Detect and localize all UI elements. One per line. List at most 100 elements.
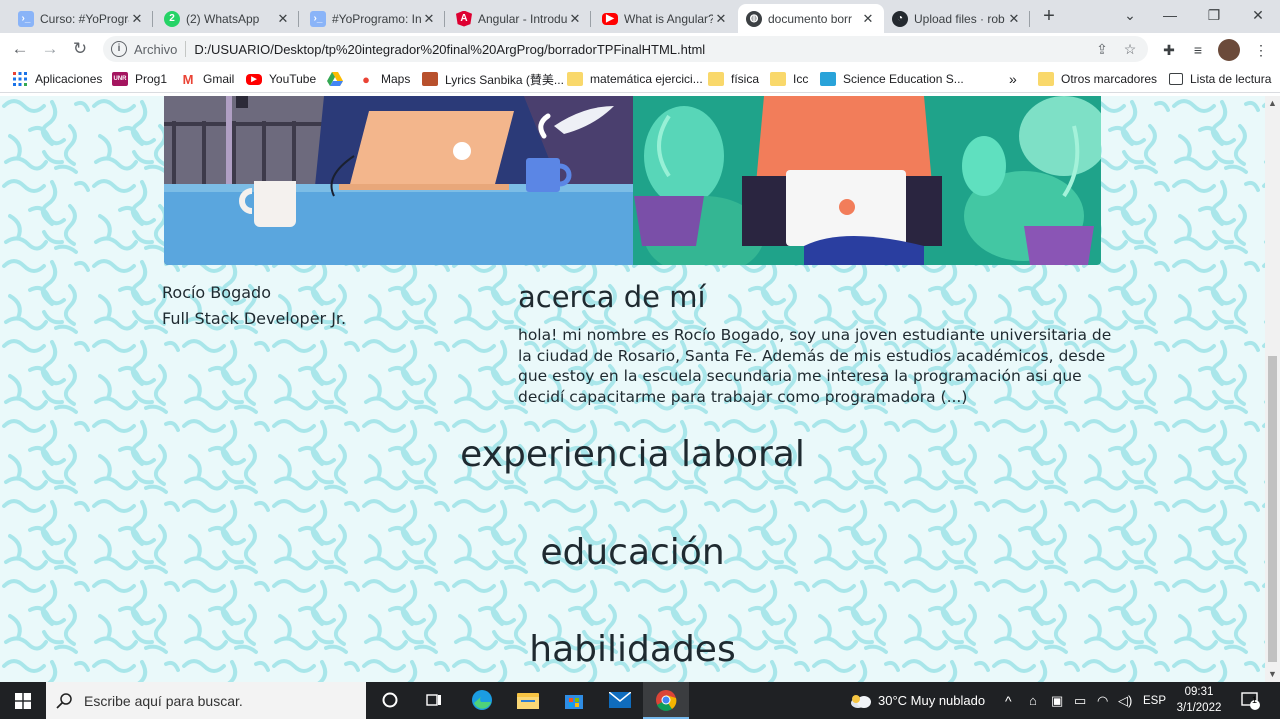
back-button[interactable]: ← xyxy=(8,37,32,61)
close-icon[interactable]: ✕ xyxy=(275,11,291,27)
about-paragraph: hola! mi nombre es Rocío Bogado, soy una… xyxy=(518,326,1112,406)
folder-icon xyxy=(708,72,724,86)
bookmark-youtube[interactable]: ▶ YouTube xyxy=(246,70,316,88)
file-explorer-icon[interactable] xyxy=(515,687,541,713)
menu-kebab-icon[interactable]: ⋮ xyxy=(1250,39,1272,61)
bookmarks-bar: Aplicaciones UNR Prog1 M Gmail ▶ YouTube… xyxy=(0,65,1280,93)
close-icon[interactable]: ✕ xyxy=(1006,11,1022,27)
tab-documento-borrador[interactable]: ◍ documento borr ✕ xyxy=(738,4,884,33)
microsoft-store-icon[interactable] xyxy=(561,687,587,713)
apps-grid-icon xyxy=(12,72,28,86)
bookmark-fisica[interactable]: física xyxy=(708,70,759,88)
bookmark-maps[interactable]: ● Maps xyxy=(358,70,410,88)
bookmark-aplicaciones[interactable]: Aplicaciones xyxy=(12,70,102,88)
scroll-down-arrow-icon[interactable]: ▼ xyxy=(1265,667,1280,682)
clock-date: 3/1/2022 xyxy=(1176,702,1222,714)
reload-button[interactable]: ↻ xyxy=(68,37,92,61)
tab-angular[interactable]: A Angular - Introdu ✕ xyxy=(448,4,591,33)
reading-list-icon xyxy=(1169,73,1183,85)
science-icon xyxy=(820,72,836,86)
notifications-button[interactable]: 1 xyxy=(1241,682,1261,719)
forward-button[interactable]: → xyxy=(38,37,62,61)
page-viewport: Rocío Bogado Full Stack Developer Jr. ac… xyxy=(0,96,1265,682)
scroll-up-arrow-icon[interactable]: ▲ xyxy=(1265,96,1280,111)
browser-toolbar: ← → ↻ i Archivo D:/USUARIO/Desktop/tp%20… xyxy=(0,33,1280,65)
windows-logo-icon xyxy=(15,692,31,709)
bookmark-icc[interactable]: Icc xyxy=(770,70,808,88)
bookmark-matematica[interactable]: matemática ejercici... xyxy=(567,70,703,88)
youtube-icon: ▶ xyxy=(246,73,262,85)
bookmark-gmail[interactable]: M Gmail xyxy=(180,70,235,88)
language-indicator[interactable]: ESP xyxy=(1143,682,1166,719)
clock-time: 09:31 xyxy=(1184,686,1214,698)
lyrics-icon xyxy=(422,72,438,86)
section-experiencia-heading: experiencia laboral xyxy=(460,434,805,475)
tab-what-is-angular[interactable]: ▶ What is Angular? ✕ xyxy=(594,4,737,33)
gmail-icon: M xyxy=(182,71,194,87)
bookmark-science-education[interactable]: Science Education S... xyxy=(820,70,964,88)
tab-upload-files[interactable]: ◔ Upload files · rob ✕ xyxy=(884,4,1030,33)
bookmarks-overflow-button[interactable]: » xyxy=(1009,70,1017,88)
chrome-icon xyxy=(656,690,677,711)
bookmark-otros-marcadores[interactable]: Otros marcadores xyxy=(1038,70,1157,88)
search-placeholder: Escribe aquí para buscar. xyxy=(84,692,243,709)
task-view-icon[interactable] xyxy=(421,687,447,713)
cloud-icon xyxy=(851,694,871,708)
tab-curso[interactable]: ›_ Curso: #YoProgramo ✕ xyxy=(10,4,153,33)
tab-search-chevron-icon[interactable]: ⌄ xyxy=(1108,0,1152,30)
bookmark-prog1[interactable]: UNR Prog1 xyxy=(112,70,167,88)
header-banner-illustration xyxy=(164,96,1101,265)
chrome-taskbar-button[interactable] xyxy=(643,682,689,719)
bookmark-drive[interactable] xyxy=(327,70,350,88)
terminal-icon: ›_ xyxy=(310,10,326,27)
close-icon[interactable]: ✕ xyxy=(129,11,145,27)
volume-icon[interactable]: ◁) xyxy=(1118,682,1132,719)
battery-icon[interactable]: ▭ xyxy=(1074,682,1086,719)
close-icon[interactable]: ✕ xyxy=(421,11,437,27)
meet-now-icon[interactable]: ⌂ xyxy=(1029,682,1037,719)
restore-button[interactable]: ❐ xyxy=(1192,0,1236,30)
close-icon[interactable]: ✕ xyxy=(567,11,583,27)
security-chip[interactable]: Archivo xyxy=(134,42,177,57)
edge-icon[interactable] xyxy=(469,687,495,713)
start-button[interactable] xyxy=(0,682,46,719)
url-text[interactable]: D:/USUARIO/Desktop/tp%20integrador%20fin… xyxy=(194,42,1092,57)
cortana-icon[interactable] xyxy=(377,687,403,713)
address-bar[interactable]: i Archivo D:/USUARIO/Desktop/tp%20integr… xyxy=(103,36,1148,62)
info-icon[interactable]: i xyxy=(111,41,127,57)
page-scrollbar[interactable]: ▲ ▼ xyxy=(1265,96,1280,682)
media-queue-icon[interactable]: ≡ xyxy=(1187,39,1209,61)
globe-icon: ◍ xyxy=(746,10,762,27)
tray-overflow-chevron-icon[interactable]: ^ xyxy=(1005,682,1012,719)
new-tab-button[interactable]: + xyxy=(1038,6,1060,28)
mail-icon[interactable] xyxy=(607,687,633,713)
extensions-puzzle-icon[interactable]: ✚ xyxy=(1158,39,1180,61)
drive-icon xyxy=(327,72,343,86)
tab-whatsapp[interactable]: 2 (2) WhatsApp ✕ xyxy=(156,4,299,33)
bookmark-lyrics-sanbika[interactable]: Lyrics Sanbika (賛美... xyxy=(422,70,564,88)
close-icon[interactable]: ✕ xyxy=(860,11,876,27)
tab-yoprogramo[interactable]: ›_ #YoProgramo: Int ✕ xyxy=(302,4,445,33)
whatsapp-icon: 2 xyxy=(164,10,180,27)
wifi-icon[interactable]: ◠ xyxy=(1097,682,1108,719)
bookmark-star-icon[interactable]: ☆ xyxy=(1120,41,1140,58)
clock[interactable]: 09:31 3/1/2022 xyxy=(1166,684,1232,716)
scrollbar-thumb[interactable] xyxy=(1268,356,1277,662)
weather-text: 30°C Muy nublado xyxy=(878,693,986,708)
tray-app-icon[interactable]: ▣ xyxy=(1051,682,1063,719)
notification-count: 1 xyxy=(1252,695,1258,705)
omnibox-divider xyxy=(185,41,187,57)
share-icon[interactable]: ⇪ xyxy=(1092,41,1112,58)
close-icon[interactable]: ✕ xyxy=(713,11,729,27)
notification-icon xyxy=(1241,691,1260,710)
search-icon xyxy=(56,692,72,709)
taskbar-search-box[interactable]: Escribe aquí para buscar. xyxy=(46,682,366,719)
github-icon: ◔ xyxy=(892,10,908,27)
weather-widget[interactable]: 30°C Muy nublado xyxy=(850,682,985,719)
profile-name: Rocío Bogado xyxy=(162,283,271,302)
minimize-button[interactable]: — xyxy=(1148,0,1192,30)
close-window-button[interactable]: ✕ xyxy=(1236,0,1280,30)
reading-list-button[interactable]: Lista de lectura xyxy=(1169,70,1271,88)
profile-avatar[interactable] xyxy=(1218,39,1240,61)
tab-strip: ›_ Curso: #YoProgramo ✕ 2 (2) WhatsApp ✕… xyxy=(0,0,1280,33)
